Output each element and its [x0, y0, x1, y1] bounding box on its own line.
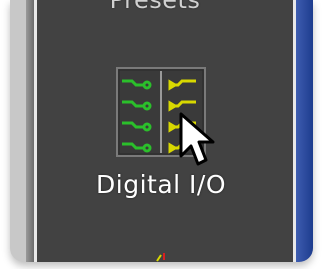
partial-icon [156, 253, 165, 262]
left-window-edge [26, 0, 34, 262]
digital-io-icon [116, 67, 206, 157]
section-title: Presets [109, 0, 201, 14]
right-window-edge [296, 0, 313, 262]
preset-label: Digital I/O [96, 170, 226, 199]
preset-digital-io[interactable]: Digital I/O [86, 60, 236, 210]
